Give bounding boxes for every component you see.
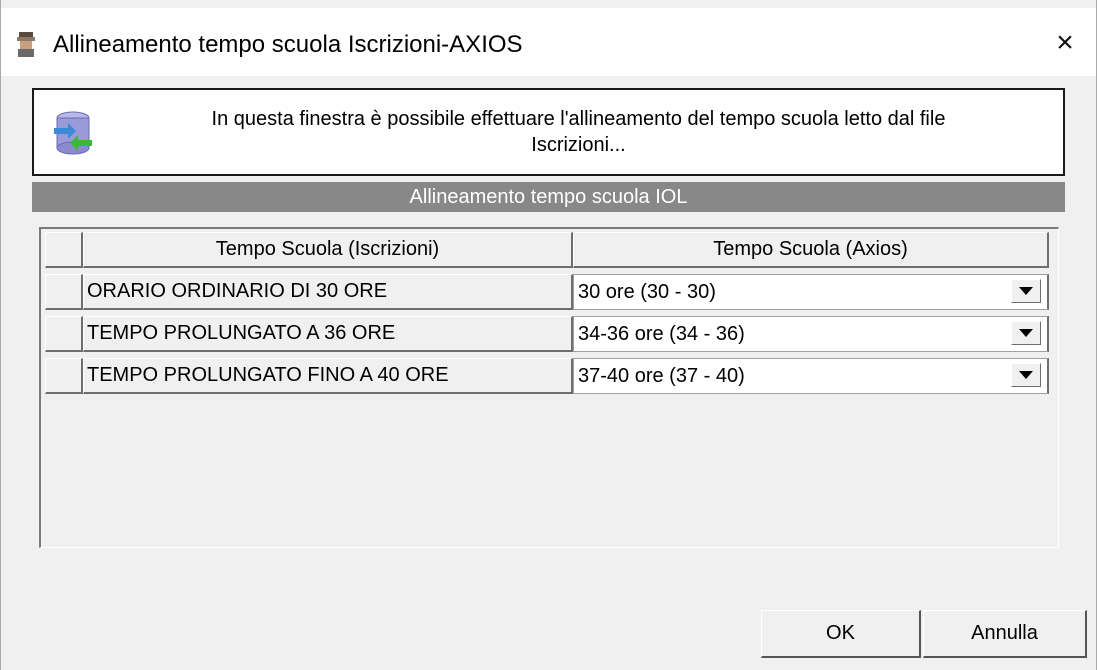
dialog-window: Allineamento tempo scuola Iscrizioni-AXI… (0, 0, 1097, 670)
chevron-down-icon (1019, 371, 1033, 379)
chevron-down-icon (1019, 329, 1033, 337)
axios-select[interactable]: 30 ore (30 - 30) (573, 274, 1049, 310)
row-selector[interactable] (45, 358, 83, 394)
ok-button[interactable]: OK (761, 610, 921, 658)
grid-header-row: Tempo Scuola (Iscrizioni) Tempo Scuola (… (45, 232, 1049, 268)
row-selector[interactable] (45, 274, 83, 310)
table-row: TEMPO PROLUNGATO FINO A 40 ORE 37-40 ore… (45, 358, 1049, 394)
mapping-grid: Tempo Scuola (Iscrizioni) Tempo Scuola (… (39, 227, 1059, 548)
table-row: TEMPO PROLUNGATO A 36 ORE 34-36 ore (34 … (45, 316, 1049, 352)
axios-select[interactable]: 34-36 ore (34 - 36) (573, 316, 1049, 352)
column-header-axios[interactable]: Tempo Scuola (Axios) (573, 232, 1049, 268)
axios-select-value: 34-36 ore (34 - 36) (578, 322, 745, 345)
info-line-2: Iscrizioni... (531, 134, 626, 156)
database-sync-icon (54, 111, 92, 155)
header-corner-cell[interactable] (45, 232, 83, 268)
column-header-iscrizioni[interactable]: Tempo Scuola (Iscrizioni) (83, 232, 573, 268)
section-header: Allineamento tempo scuola IOL (32, 182, 1065, 212)
app-icon (17, 32, 35, 57)
title-bar: Allineamento tempo scuola Iscrizioni-AXI… (1, 8, 1096, 76)
iscrizioni-cell: ORARIO ORDINARIO DI 30 ORE (83, 274, 573, 310)
axios-select-value: 30 ore (30 - 30) (578, 280, 716, 303)
info-line-1: In questa finestra è possibile effettuar… (211, 108, 946, 130)
cancel-button[interactable]: Annulla (923, 610, 1087, 658)
iscrizioni-cell: TEMPO PROLUNGATO A 36 ORE (83, 316, 573, 352)
iscrizioni-cell: TEMPO PROLUNGATO FINO A 40 ORE (83, 358, 573, 394)
dropdown-button[interactable] (1011, 321, 1041, 345)
row-selector[interactable] (45, 316, 83, 352)
axios-select[interactable]: 37-40 ore (37 - 40) (573, 358, 1049, 394)
dropdown-button[interactable] (1011, 279, 1041, 303)
info-message: In questa finestra è possibile effettuar… (114, 106, 1043, 158)
window-title: Allineamento tempo scuola Iscrizioni-AXI… (53, 31, 523, 58)
dropdown-button[interactable] (1011, 363, 1041, 387)
table-row: ORARIO ORDINARIO DI 30 ORE 30 ore (30 - … (45, 274, 1049, 310)
info-panel: In questa finestra è possibile effettuar… (32, 88, 1065, 176)
close-icon: × (1056, 26, 1074, 59)
close-button[interactable]: × (1034, 18, 1096, 68)
axios-select-value: 37-40 ore (37 - 40) (578, 364, 745, 387)
chevron-down-icon (1019, 287, 1033, 295)
